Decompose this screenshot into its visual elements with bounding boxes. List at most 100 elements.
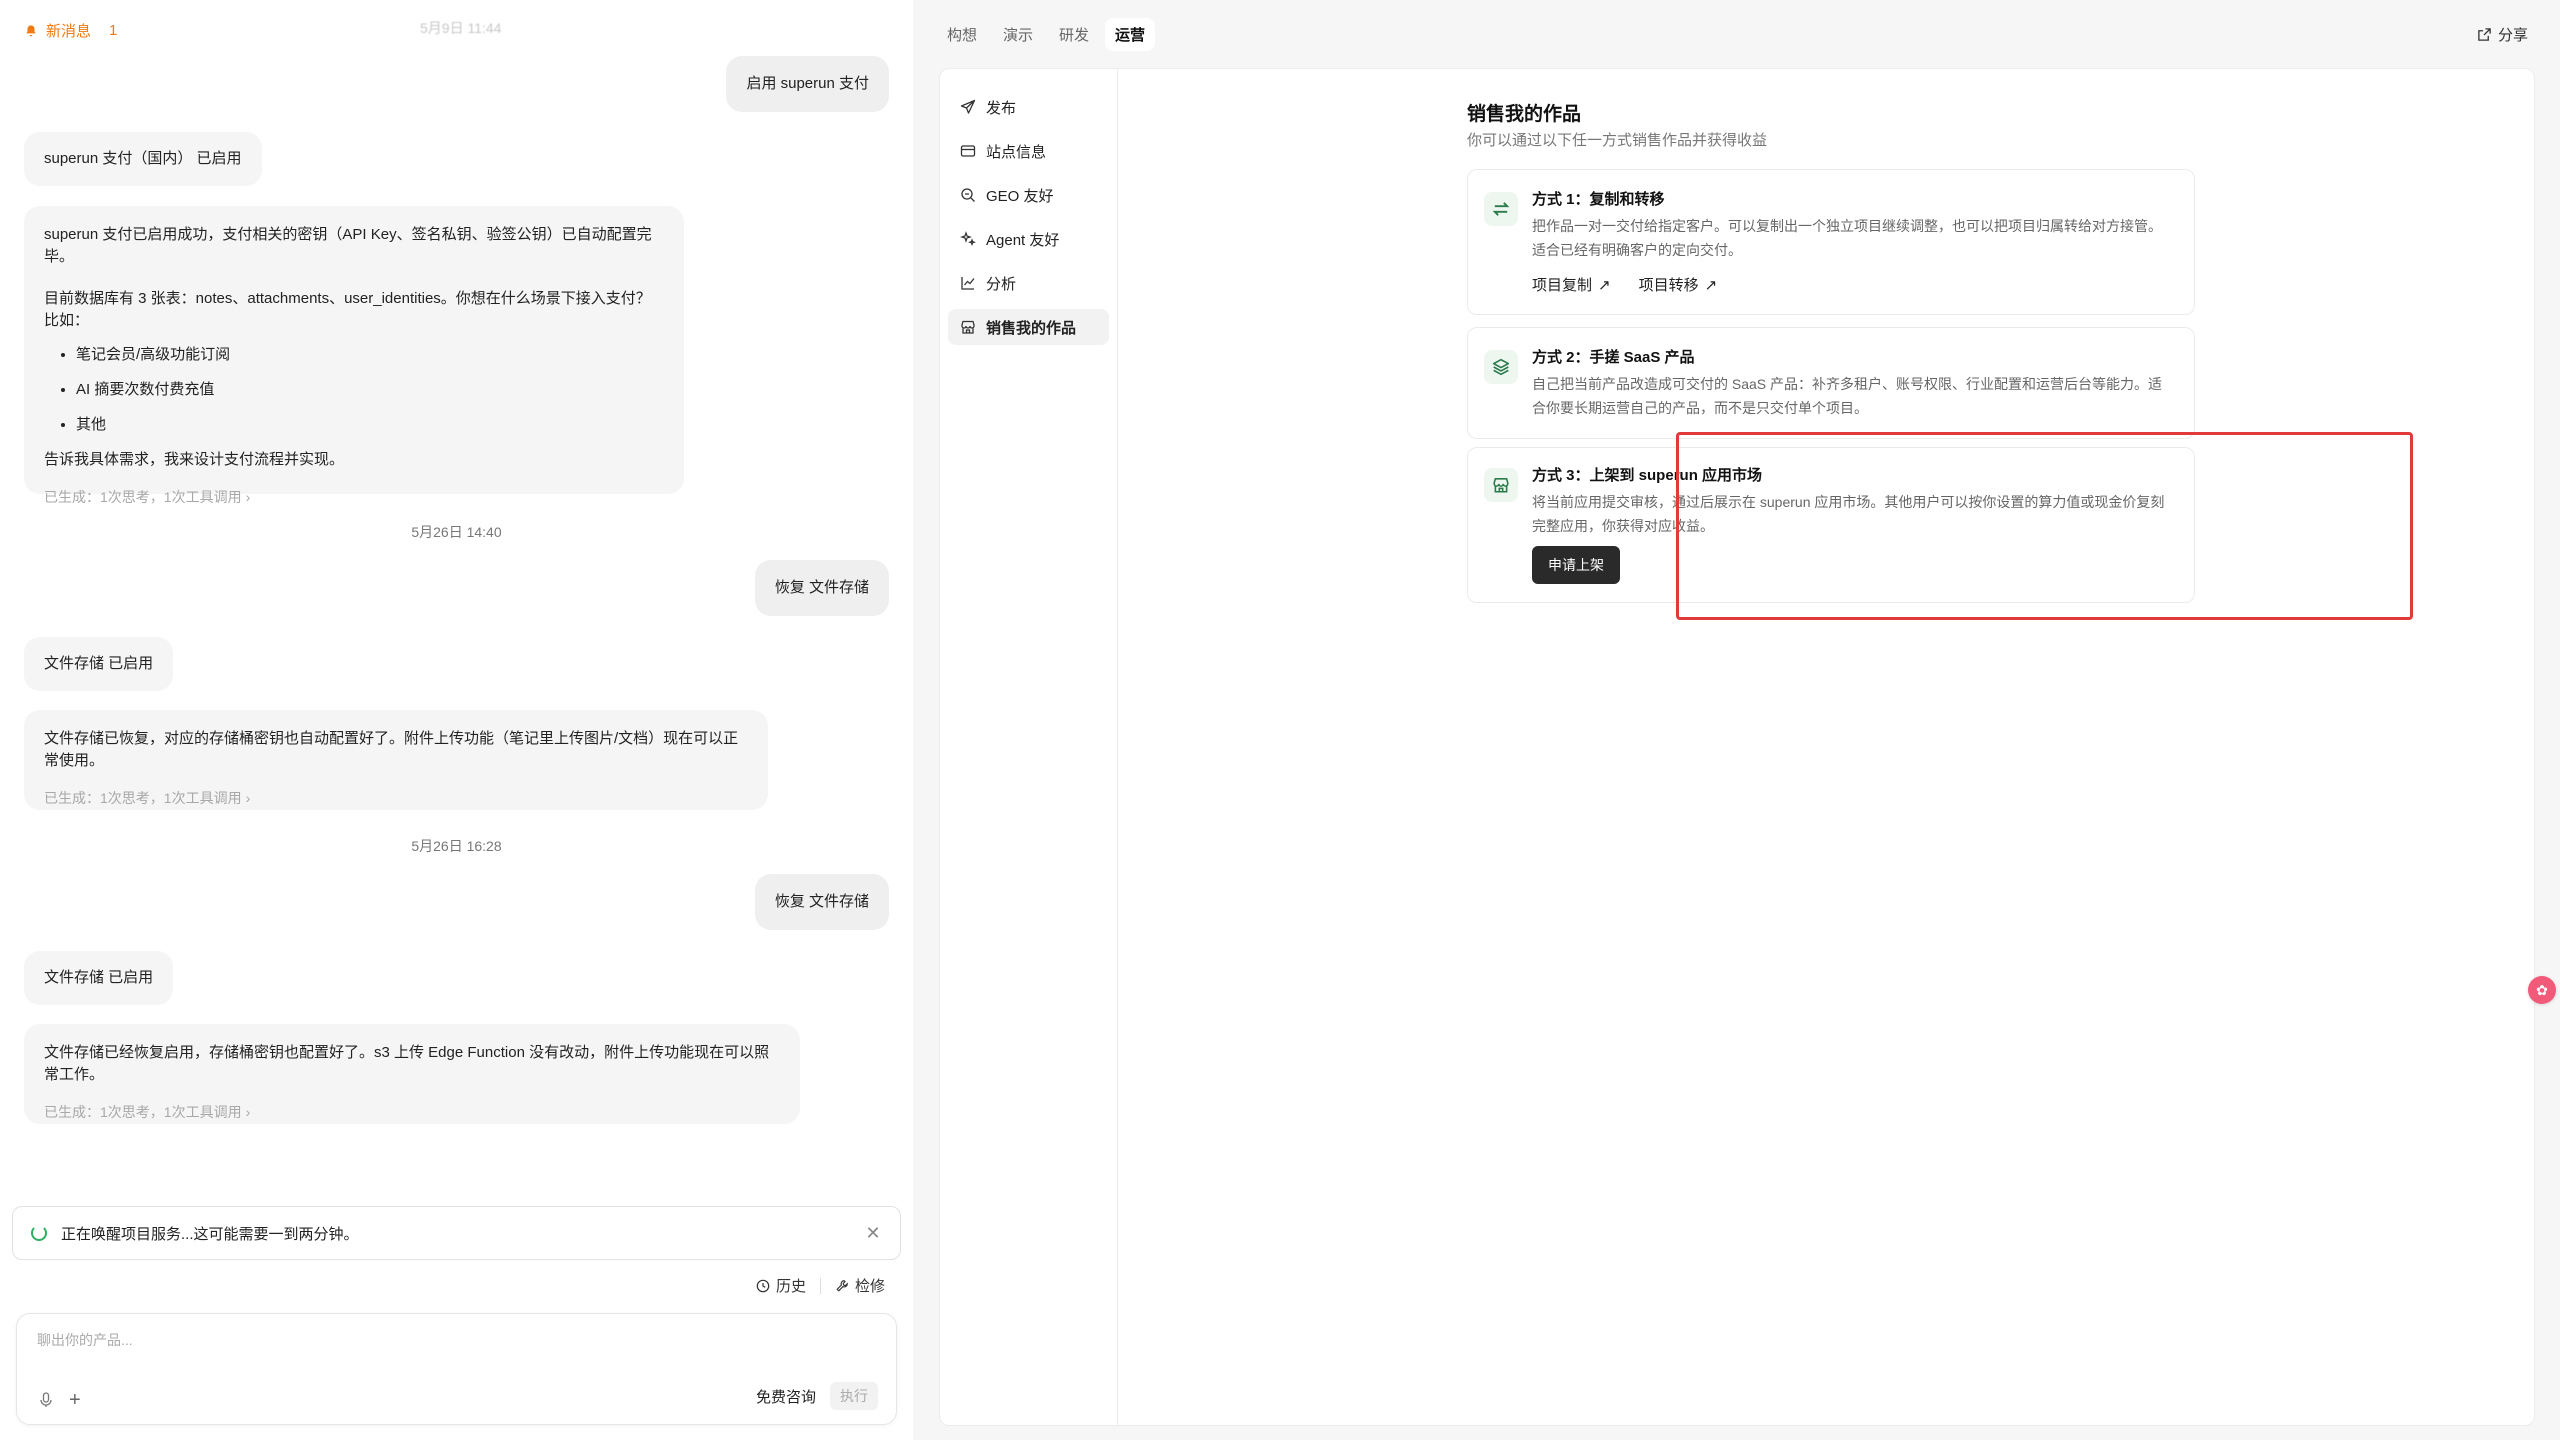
- page-title: 销售我的作品: [1467, 104, 1582, 125]
- store-icon: [961, 320, 975, 334]
- user-message: 恢复 文件存储: [754, 560, 889, 616]
- assistant-message: 文件存储已经恢复启用，存储桶密钥也配置好了。s3 上传 Edge Functio…: [24, 1024, 800, 1124]
- bullet-item: AI 摘要次数付费充值: [76, 379, 664, 401]
- generation-meta[interactable]: 已生成：1次思考，1次工具调用 ›: [44, 788, 748, 808]
- operations-sidebar: 发布 站点信息 GEO 友好 Agent 友好 分析 销售我的作品: [940, 69, 1118, 1425]
- close-icon[interactable]: ✕: [864, 1224, 882, 1242]
- sidebar-item-analytics[interactable]: 分析: [948, 265, 1109, 301]
- assistant-status-message: superun 支付（国内） 已启用: [24, 132, 262, 186]
- meta-text: 已生成：1次思考，1次工具调用: [44, 489, 242, 505]
- share-button[interactable]: 分享: [2477, 24, 2528, 45]
- sell-content: 销售我的作品 你可以通过以下任一方式销售作品并获得收益 方式 1：复制和转移 把…: [1139, 69, 2534, 1425]
- assistant-badge-icon[interactable]: ✿: [2528, 976, 2556, 1004]
- method-title: 方式 1：复制和转移: [1532, 191, 1665, 208]
- sell-method-card: 方式 1：复制和转移 把作品一对一交付给指定客户。可以复制出一个独立项目继续调整…: [1467, 169, 2195, 315]
- message-closing: 告诉我具体需求，我来设计支付流程并实现。: [44, 451, 345, 468]
- sidebar-item-agent[interactable]: Agent 友好: [948, 221, 1109, 257]
- operations-panel: 发布 站点信息 GEO 友好 Agent 友好 分析 销售我的作品 销售我的作品…: [939, 68, 2535, 1426]
- store-icon: [1484, 468, 1518, 502]
- external-link-icon: ↗: [1598, 276, 1611, 294]
- assistant-status-message: 文件存储 已启用: [24, 951, 174, 1005]
- sidebar-item-label: 站点信息: [986, 143, 1047, 161]
- workspace-pane: 构想 演示 研发 运营 分享 发布 站点信息 GEO 友好 Agent 友好 分…: [913, 0, 2560, 1440]
- sell-method-card: 方式 2：手搓 SaaS 产品 自己把当前产品改造成可交付的 SaaS 产品：补…: [1467, 327, 2195, 439]
- sidebar-item-label: Agent 友好: [986, 231, 1060, 249]
- method-title: 方式 3：上架到 superun 应用市场: [1532, 467, 1763, 484]
- chat-composer: + 免费咨询 执行: [16, 1313, 897, 1425]
- assistant-status-message: 文件存储 已启用: [24, 637, 174, 691]
- meta-text: 已生成：1次思考，1次工具调用: [44, 1104, 242, 1120]
- search-icon: [961, 188, 975, 202]
- new-message-notice[interactable]: 新消息 1: [24, 20, 117, 41]
- chat-input[interactable]: [37, 1332, 857, 1348]
- microphone-icon[interactable]: [39, 1392, 53, 1408]
- history-button[interactable]: 历史: [756, 1275, 806, 1296]
- assistant-message: 文件存储已恢复，对应的存储桶密钥也自动配置好了。附件上传功能（笔记里上传图片/文…: [24, 710, 768, 810]
- sidebar-item-geo[interactable]: GEO 友好: [948, 177, 1109, 213]
- timestamp-divider: 5月26日 14:40: [411, 524, 502, 540]
- execute-button[interactable]: 执行: [830, 1382, 878, 1410]
- user-message: 启用 superun 支付: [726, 56, 889, 112]
- generation-meta[interactable]: 已生成：1次思考，1次工具调用 ›: [44, 487, 664, 507]
- wrench-icon: [836, 1279, 848, 1292]
- repair-label: 检修: [854, 1278, 885, 1295]
- chart-icon: [961, 277, 975, 290]
- method-title: 方式 2：手搓 SaaS 产品: [1532, 349, 1695, 366]
- project-copy-link[interactable]: 项目复制 ↗: [1532, 274, 1611, 295]
- tab-operate[interactable]: 运营: [1105, 18, 1156, 51]
- free-consult-button[interactable]: 免费咨询: [756, 1386, 816, 1407]
- chat-tools: 历史 检修: [756, 1275, 885, 1296]
- history-label: 历史: [775, 1278, 806, 1295]
- share-icon: [2478, 28, 2491, 41]
- sidebar-item-site-info[interactable]: 站点信息: [948, 133, 1109, 169]
- generation-meta[interactable]: 已生成：1次思考，1次工具调用 ›: [44, 1102, 780, 1122]
- page-subtitle: 你可以通过以下任一方式销售作品并获得收益: [1467, 132, 1768, 149]
- composer-left-tools: +: [39, 1390, 81, 1410]
- bullet-item: 笔记会员/高级功能订阅: [76, 344, 664, 366]
- method-description: 把作品一对一交付给指定客户。可以复制出一个独立项目继续调整，也可以把项目归属转给…: [1532, 218, 2162, 258]
- sidebar-item-sell[interactable]: 销售我的作品: [948, 309, 1109, 345]
- bell-icon: [26, 24, 36, 36]
- divider: [819, 1277, 821, 1294]
- bullet-item: 其他: [76, 414, 664, 436]
- chat-pane: 新消息 1 5月9日 11:44 启用 superun 支付 superun 支…: [0, 0, 913, 1440]
- chevron-right-icon: ›: [245, 1104, 251, 1120]
- meta-text: 已生成：1次思考，1次工具调用: [44, 790, 242, 806]
- tab-ideate[interactable]: 构想: [937, 18, 987, 51]
- sidebar-item-publish[interactable]: 发布: [948, 89, 1109, 125]
- card-icon: [960, 145, 976, 157]
- repair-button[interactable]: 检修: [835, 1275, 885, 1296]
- tab-develop[interactable]: 研发: [1049, 18, 1099, 51]
- loading-spinner-icon: [31, 1225, 47, 1241]
- chevron-right-icon: ›: [245, 489, 251, 505]
- external-link-icon: ↗: [1704, 276, 1718, 294]
- method-links: 项目复制 ↗ 项目转移 ↗: [1532, 274, 1717, 295]
- apply-listing-button[interactable]: 申请上架: [1532, 546, 1620, 584]
- assistant-message: superun 支付已启用成功，支付相关的密钥（API Key、签名私钥、验签公…: [24, 206, 684, 505]
- sidebar-item-label: 销售我的作品: [986, 319, 1077, 337]
- message-line: superun 支付已启用成功，支付相关的密钥（API Key、签名私钥、验签公…: [44, 226, 652, 265]
- project-transfer-link[interactable]: 项目转移 ↗: [1639, 274, 1718, 295]
- user-message: 恢复 文件存储: [754, 874, 889, 930]
- notice-count: 1: [109, 22, 118, 39]
- sparkle-icon: [960, 231, 976, 247]
- tab-demo[interactable]: 演示: [993, 18, 1043, 51]
- sidebar-item-label: 发布: [986, 99, 1017, 117]
- share-label: 分享: [2497, 27, 2528, 44]
- clock-icon: [756, 1279, 770, 1292]
- swap-icon: [1484, 192, 1518, 226]
- chevron-right-icon: ›: [245, 790, 251, 806]
- message-line: 文件存储已经恢复启用，存储桶密钥也配置好了。s3 上传 Edge Functio…: [44, 1044, 770, 1083]
- send-icon: [960, 99, 976, 114]
- message-line: 目前数据库有 3 张表：notes、attachments、user_ident…: [44, 290, 651, 329]
- link-label: 项目转移: [1638, 277, 1699, 294]
- timestamp-divider: 5月26日 16:28: [411, 838, 502, 854]
- service-status-bar: 正在唤醒项目服务...这可能需要一到两分钟。 ✕: [12, 1206, 901, 1260]
- layers-icon: [1484, 350, 1518, 384]
- add-icon[interactable]: +: [69, 1390, 81, 1410]
- method-description: 自己把当前产品改造成可交付的 SaaS 产品：补齐多租户、账号权限、行业配置和运…: [1532, 376, 2163, 416]
- sidebar-item-label: GEO 友好: [986, 187, 1054, 205]
- notice-label: 新消息: [46, 23, 92, 40]
- status-text: 正在唤醒项目服务...这可能需要一到两分钟。: [61, 1225, 359, 1243]
- method-description: 将当前应用提交审核，通过后展示在 superun 应用市场。其他用户可以按你设置…: [1532, 494, 2165, 534]
